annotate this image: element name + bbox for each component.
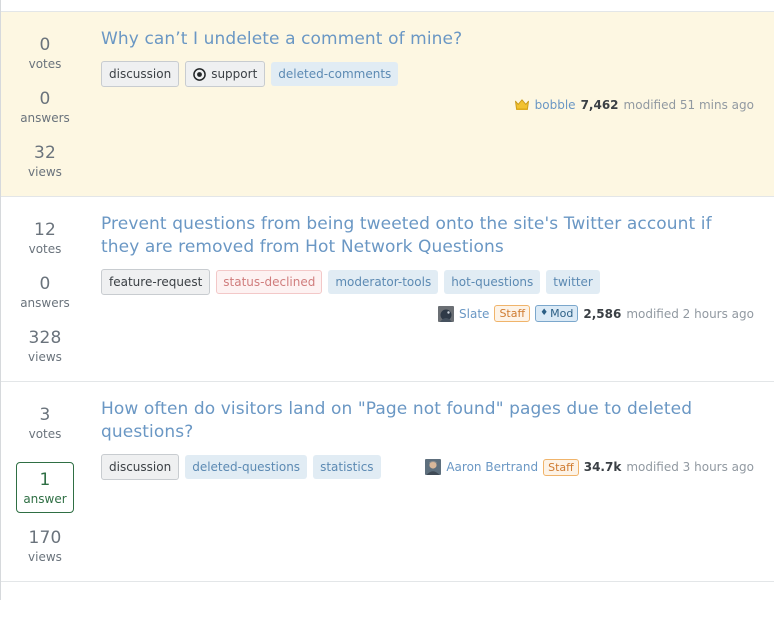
post-type-tag-label: feature-request — [109, 275, 203, 289]
moderator-badge: ♦ Mod — [535, 305, 579, 322]
tag-statistics[interactable]: statistics — [313, 455, 381, 479]
moderator-badge-label: Mod — [550, 307, 574, 320]
user-card: bobble 7,462 modified 51 mins ago — [514, 97, 754, 113]
question-summary-row[interactable]: 3 votes 1 answer 170 views How often do … — [1, 382, 774, 582]
tag-list: feature-request status-declined moderato… — [101, 269, 754, 295]
votes-count: 3 — [39, 405, 51, 425]
votes-stat: 12 votes — [1, 219, 89, 257]
answers-stat: 0 answers — [1, 88, 89, 126]
question-stats: 0 votes 0 answers 32 views — [1, 28, 89, 180]
avatar[interactable] — [425, 459, 442, 475]
question-stats: 3 votes 1 answer 170 views — [1, 398, 89, 565]
user-card: Aaron Bertrand Staff 34.7k modified 3 ho… — [425, 458, 754, 476]
tag-status-declined[interactable]: status-declined — [216, 270, 323, 294]
user-reputation: 2,586 — [583, 306, 622, 321]
question-title-link[interactable]: Why can’t I undelete a comment of mine? — [101, 28, 754, 51]
user-reputation: 7,462 — [580, 98, 619, 112]
list-top-divider — [1, 0, 774, 12]
question-content: How often do visitors land on "Page not … — [89, 398, 758, 565]
staff-badge-label: Staff — [548, 460, 574, 474]
list-bottom-spacer — [1, 582, 774, 600]
tag-list: discussion deleted-questions statistics … — [101, 454, 754, 480]
question-title-link[interactable]: Prevent questions from being tweeted ont… — [101, 213, 754, 259]
votes-stat: 3 votes — [1, 404, 89, 442]
question-content: Why can’t I undelete a comment of mine? … — [89, 28, 758, 180]
staff-badge: Staff — [494, 305, 531, 322]
user-card: Slate Staff ♦ Mod 2,586 modified 2 hours… — [438, 305, 754, 322]
votes-count: 12 — [33, 220, 57, 240]
question-summary-row[interactable]: 12 votes 0 answers 328 views Prevent que… — [1, 197, 774, 382]
post-type-tag-support[interactable]: support — [185, 61, 266, 87]
user-row: bobble 7,462 modified 51 mins ago — [101, 97, 754, 113]
avatar[interactable] — [438, 305, 455, 322]
views-stat: 32 views — [1, 142, 89, 180]
staff-badge-label: Staff — [499, 307, 526, 320]
post-type-tag-discussion[interactable]: discussion — [101, 61, 180, 87]
user-name-link[interactable]: Aaron Bertrand — [446, 459, 538, 475]
answers-count: 0 — [39, 89, 51, 109]
answers-stat: 0 answers — [1, 273, 89, 311]
answers-label: answers — [20, 296, 70, 310]
votes-label: votes — [28, 427, 62, 441]
modified-time: modified 2 hours ago — [626, 306, 754, 321]
post-type-tag-label: discussion — [109, 460, 172, 474]
diamond-icon: ♦ — [540, 308, 549, 318]
views-count: 32 — [33, 143, 57, 163]
user-name-link[interactable]: Slate — [459, 306, 489, 322]
eye-icon — [193, 67, 207, 81]
tag-hot-questions[interactable]: hot-questions — [444, 270, 541, 294]
votes-label: votes — [28, 57, 62, 71]
staff-badge: Staff — [543, 458, 579, 476]
question-list: 0 votes 0 answers 32 views Why can’t I u… — [0, 0, 774, 600]
post-type-tag-discussion[interactable]: discussion — [101, 454, 180, 480]
votes-label: votes — [28, 242, 62, 256]
question-content: Prevent questions from being tweeted ont… — [89, 213, 758, 365]
answers-count: 1 — [39, 470, 51, 490]
user-row: Aaron Bertrand Staff 34.7k modified 3 ho… — [387, 458, 754, 476]
tag-list: discussion support deleted-comments — [101, 61, 754, 87]
question-title-link[interactable]: How often do visitors land on "Page not … — [101, 398, 754, 444]
views-stat: 170 views — [1, 527, 89, 565]
user-reputation: 34.7k — [583, 460, 622, 474]
post-type-tag-label: support — [211, 67, 258, 81]
crown-icon — [514, 99, 529, 111]
views-count: 170 — [28, 528, 62, 548]
answers-label: answers — [20, 111, 70, 125]
question-summary-row[interactable]: 0 votes 0 answers 32 views Why can’t I u… — [1, 12, 774, 197]
answers-count: 0 — [39, 274, 51, 294]
views-label: views — [28, 165, 62, 179]
answers-label: answer — [23, 492, 67, 506]
views-stat: 328 views — [1, 327, 89, 365]
question-stats: 12 votes 0 answers 328 views — [1, 213, 89, 365]
user-row: Slate Staff ♦ Mod 2,586 modified 2 hours… — [101, 305, 754, 322]
post-type-tag-feature-request[interactable]: feature-request — [101, 269, 211, 295]
tag-deleted-questions[interactable]: deleted-questions — [185, 455, 308, 479]
modified-time: modified 51 mins ago — [623, 98, 754, 112]
views-label: views — [28, 350, 62, 364]
tag-moderator-tools[interactable]: moderator-tools — [328, 270, 439, 294]
modified-time: modified 3 hours ago — [626, 460, 754, 474]
votes-stat: 0 votes — [1, 34, 89, 72]
views-label: views — [28, 550, 62, 564]
user-name-link[interactable]: bobble — [535, 97, 576, 113]
tag-twitter[interactable]: twitter — [546, 270, 600, 294]
votes-count: 0 — [39, 35, 51, 55]
post-type-tag-label: discussion — [109, 67, 172, 81]
views-count: 328 — [28, 328, 62, 348]
answers-stat-accepted: 1 answer — [16, 462, 74, 513]
tag-deleted-comments[interactable]: deleted-comments — [271, 62, 399, 86]
